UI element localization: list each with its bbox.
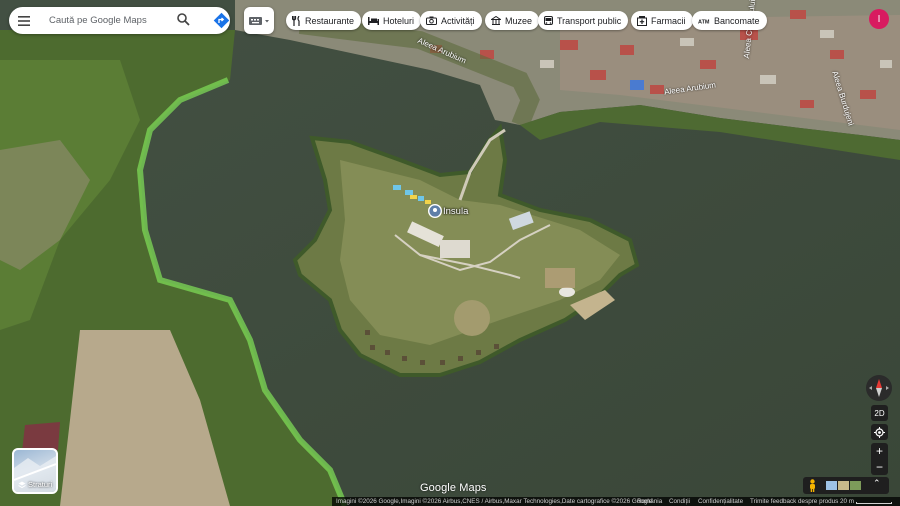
- location-target-icon: [874, 426, 885, 438]
- thumbnail-satellite[interactable]: [850, 481, 861, 490]
- imagery-thumbnails: [826, 481, 861, 490]
- place-pin-icon[interactable]: [427, 203, 443, 223]
- map-imagery[interactable]: [0, 0, 900, 506]
- search-icon[interactable]: [177, 13, 190, 31]
- layers-label-wrap: Straturi: [18, 480, 52, 489]
- bus-icon: [544, 15, 553, 26]
- scale-label[interactable]: 20 m: [840, 497, 854, 506]
- chip-bancomate[interactable]: ATM Bancomate: [692, 11, 767, 30]
- map-type-button[interactable]: [244, 7, 274, 34]
- layers-icon: [18, 481, 26, 488]
- satellite-map[interactable]: [0, 0, 900, 506]
- hamburger-icon: [18, 15, 30, 26]
- thumbnail-terrain[interactable]: [838, 481, 849, 490]
- chip-label: Transport public: [557, 15, 622, 26]
- keyboard-icon: [249, 16, 269, 25]
- pharmacy-icon: [637, 15, 647, 26]
- zoom-in-button[interactable]: +: [871, 443, 888, 459]
- svg-text:ATM: ATM: [698, 19, 710, 24]
- scale-bar: [856, 502, 892, 504]
- place-label[interactable]: Insula: [443, 206, 468, 217]
- bed-icon: [368, 16, 379, 25]
- chip-hoteluri[interactable]: Hoteluri: [362, 11, 422, 30]
- chip-label: Hoteluri: [383, 15, 415, 26]
- chip-farmacii[interactable]: Farmacii: [631, 11, 693, 30]
- chip-label: Activități: [441, 15, 475, 26]
- country-link[interactable]: România: [637, 497, 662, 506]
- feedback-link[interactable]: Trimite feedback despre produs: [750, 497, 838, 506]
- chip-transport-public[interactable]: Transport public: [538, 11, 629, 30]
- expand-icon[interactable]: ⌃: [873, 478, 881, 489]
- atm-icon: ATM: [698, 18, 710, 24]
- chip-activitati[interactable]: Activități: [420, 11, 482, 30]
- chip-label: Bancomate: [714, 15, 760, 26]
- privacy-link[interactable]: Confidențialitate: [698, 497, 743, 506]
- my-location-button[interactable]: [871, 424, 888, 440]
- footer-bar: Imagini ©2026 Google,Imagini ©2026 Airbu…: [332, 497, 900, 506]
- chip-label: Muzee: [505, 15, 533, 26]
- museum-icon: [491, 16, 501, 25]
- terms-link[interactable]: Condiții: [669, 497, 690, 506]
- camera-icon: [426, 16, 437, 25]
- directions-icon[interactable]: [212, 11, 231, 35]
- pegman-icon[interactable]: [808, 479, 817, 497]
- zoom-controls: + −: [871, 443, 888, 475]
- chip-muzee[interactable]: Muzee: [485, 11, 540, 30]
- search-box[interactable]: [9, 7, 230, 34]
- zoom-out-button[interactable]: −: [871, 459, 888, 475]
- attribution-text: Imagini ©2026 Google,Imagini ©2026 Airbu…: [336, 498, 653, 505]
- google-maps-logo: Google Maps: [420, 482, 487, 494]
- account-avatar[interactable]: I: [869, 9, 889, 29]
- compass-icon[interactable]: [866, 375, 892, 401]
- chip-label: Restaurante: [305, 15, 355, 26]
- search-input[interactable]: [47, 14, 171, 27]
- chip-restaurante[interactable]: Restaurante: [286, 11, 362, 30]
- layers-button[interactable]: Straturi: [12, 448, 58, 494]
- layers-label: Straturi: [28, 480, 53, 489]
- tilt-2d-button[interactable]: 2D: [871, 405, 888, 421]
- thumbnail-map[interactable]: [826, 481, 837, 490]
- chip-label: Farmacii: [651, 15, 686, 26]
- menu-button[interactable]: [9, 7, 39, 34]
- fork-knife-icon: [292, 15, 301, 26]
